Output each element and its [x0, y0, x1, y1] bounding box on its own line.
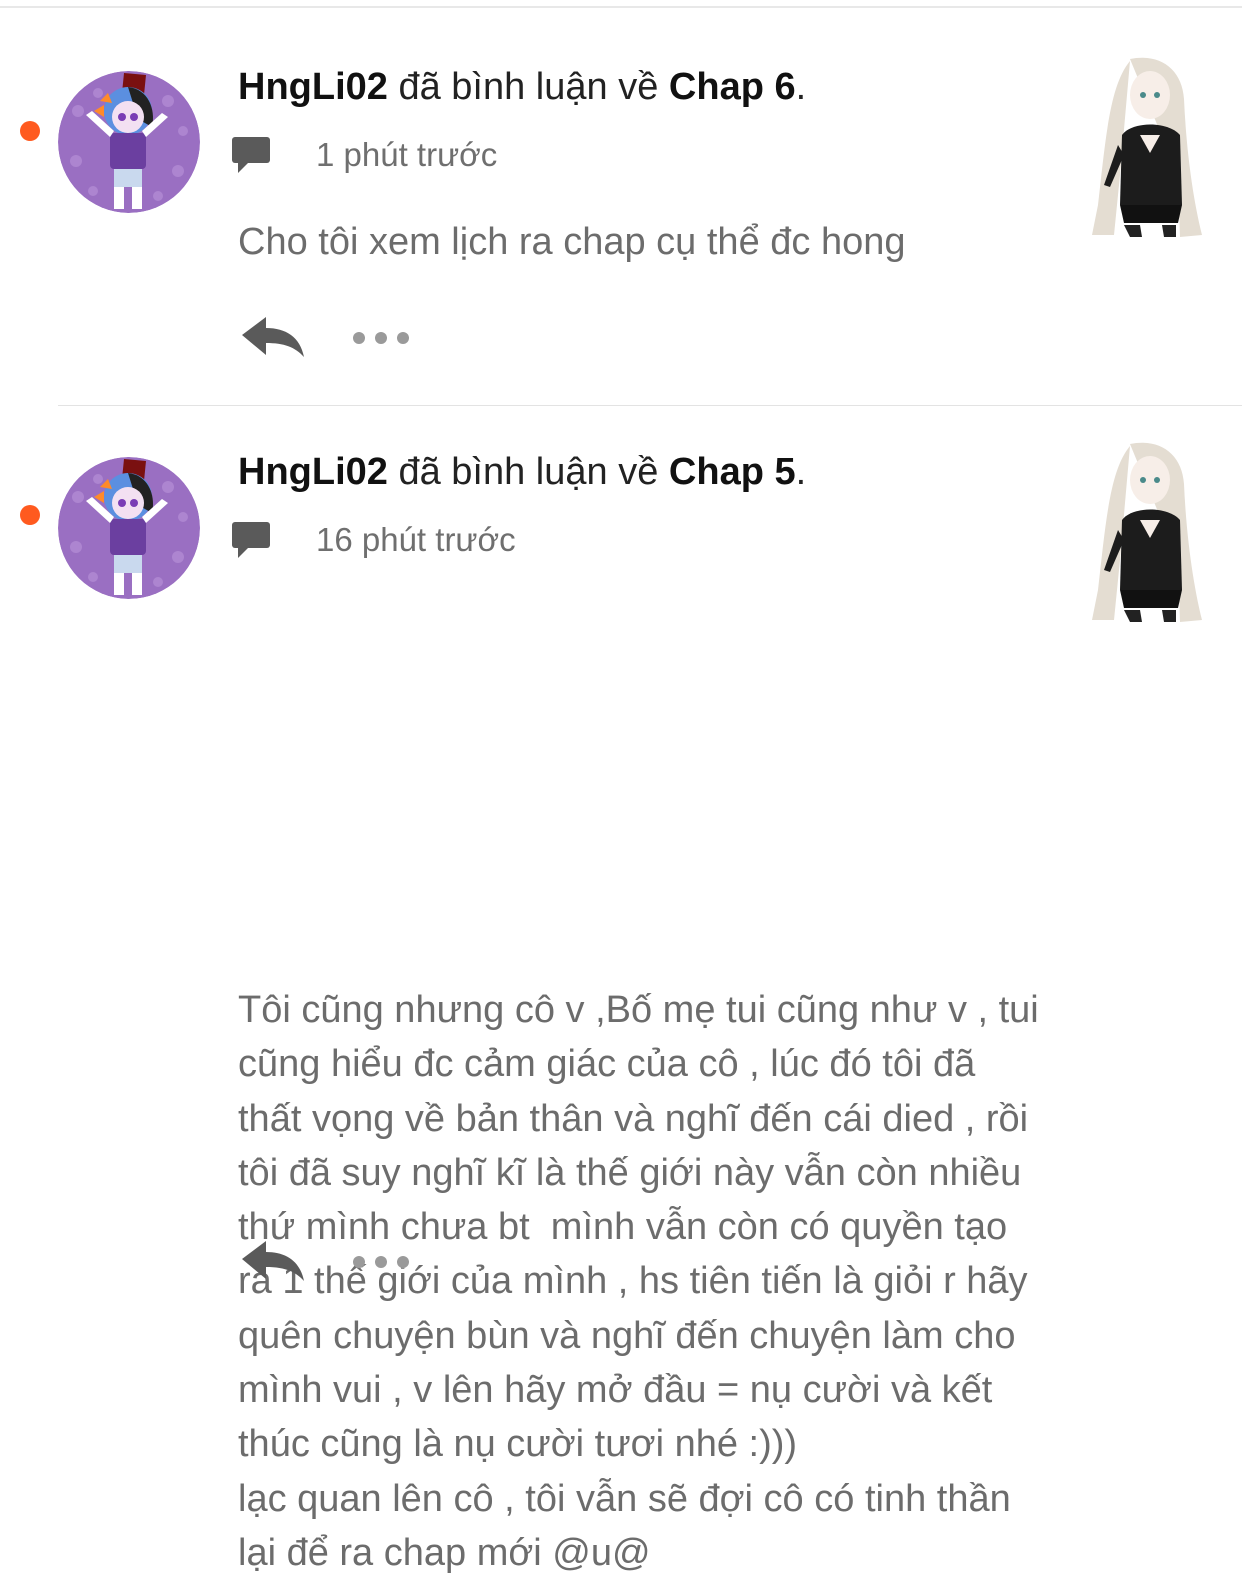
- notification-headline: HngLi02 đã bình luận về Chap 6.: [238, 68, 806, 106]
- action-bar: [238, 1237, 410, 1287]
- username[interactable]: HngLi02: [238, 451, 388, 493]
- action-bar: [238, 313, 410, 363]
- avatar[interactable]: [58, 71, 200, 213]
- chapter-link[interactable]: Chap 5: [669, 451, 796, 493]
- reply-icon[interactable]: [238, 1237, 308, 1287]
- reply-icon[interactable]: [238, 313, 308, 363]
- more-options-icon[interactable]: [352, 1255, 410, 1269]
- username[interactable]: HngLi02: [238, 66, 388, 108]
- chapter-link[interactable]: Chap 6: [669, 66, 796, 108]
- headline-period: .: [795, 66, 807, 108]
- more-options-icon[interactable]: [352, 331, 410, 345]
- notification-item[interactable]: HngLi02 đã bình luận về Chap 5. 16 phút …: [0, 385, 1242, 1574]
- action-text: đã bình luận về: [398, 451, 659, 493]
- notification-item[interactable]: HngLi02 đã bình luận về Chap 6. 1 phút t…: [0, 0, 1242, 405]
- story-cover-thumbnail[interactable]: [1090, 440, 1208, 622]
- notification-headline: HngLi02 đã bình luận về Chap 5.: [238, 453, 806, 491]
- headline-period: .: [795, 451, 807, 493]
- notification-meta: 16 phút trước: [230, 518, 516, 562]
- unread-indicator: [20, 505, 40, 525]
- timestamp: 1 phút trước: [316, 136, 498, 173]
- avatar[interactable]: [58, 457, 200, 599]
- timestamp: 16 phút trước: [316, 521, 516, 558]
- comment-text: Cho tôi xem lịch ra chap cụ thể đc hong: [238, 221, 906, 263]
- story-cover-thumbnail[interactable]: [1090, 55, 1208, 237]
- notification-meta: 1 phút trước: [230, 133, 497, 177]
- action-text: đã bình luận về: [398, 66, 659, 108]
- unread-indicator: [20, 121, 40, 141]
- comment-icon: [230, 135, 272, 175]
- comment-icon: [230, 520, 272, 560]
